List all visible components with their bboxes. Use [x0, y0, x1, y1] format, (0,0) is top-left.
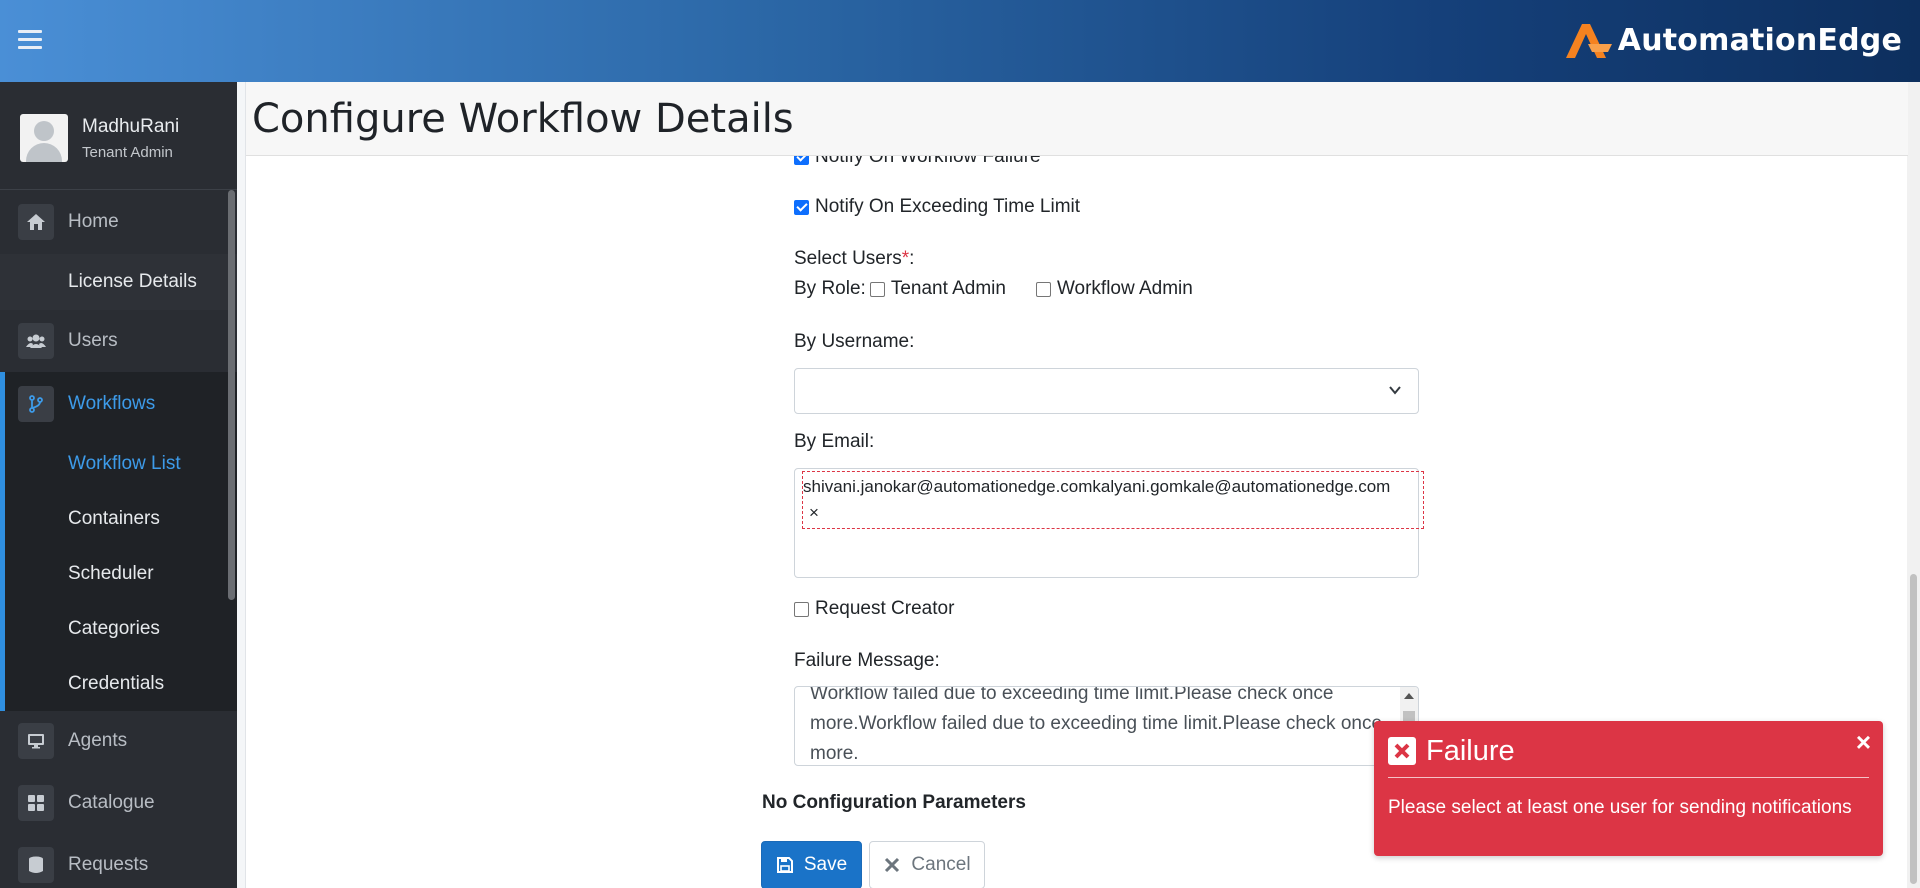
select-users-text: Select Users: [794, 248, 902, 269]
sidebar-item-label: Categories: [68, 617, 160, 639]
save-button[interactable]: Save: [761, 841, 862, 888]
by-username-text: By Username:: [794, 331, 915, 352]
by-email-text: By Email:: [794, 431, 875, 452]
user-name: MadhuRani: [82, 116, 180, 137]
no-config-text: No Configuration Parameters: [762, 792, 1026, 813]
toast-close-icon[interactable]: ×: [1856, 727, 1871, 758]
request-creator-checkbox[interactable]: [794, 601, 809, 617]
sidebar-item-label: Workflow List: [68, 452, 181, 474]
error-icon: [1388, 737, 1416, 765]
sidebar-item-users[interactable]: Users: [0, 310, 237, 372]
email-tag-input[interactable]: shivani.janokar@automationedge.comkalyan…: [794, 468, 1424, 578]
sidebar-item-label: Catalogue: [68, 792, 155, 813]
sidebar-item-workflows[interactable]: Workflows: [5, 372, 237, 436]
sidebar-item-license-details[interactable]: License Details: [0, 254, 237, 310]
sidebar-item-home[interactable]: Home: [0, 190, 237, 254]
role-workflow-admin-label: Workflow Admin: [1056, 278, 1193, 299]
sidebar-item-label: Requests: [68, 854, 149, 875]
role-workflow-admin-checkbox[interactable]: [1035, 281, 1051, 297]
save-label: Save: [803, 854, 848, 875]
sidebar-item-label: Credentials: [68, 672, 165, 694]
failure-message-text-label: Failure Message:: [794, 650, 940, 671]
sidebar-item-label: Workflows: [68, 393, 156, 414]
avatar: [20, 114, 68, 162]
page-title: Configure Workflow Details: [252, 96, 794, 142]
notify-time-checkbox[interactable]: [794, 199, 809, 215]
cancel-label: Cancel: [911, 854, 971, 875]
sidebar-item-requests[interactable]: Requests: [0, 835, 237, 888]
by-email-label: By Email:: [794, 431, 874, 453]
sidebar-item-label: Agents: [68, 730, 128, 751]
sidebar-item-catalogue[interactable]: Catalogue: [0, 771, 237, 835]
toast-title: Failure: [1426, 735, 1515, 767]
menu-toggle-icon[interactable]: [18, 30, 42, 52]
role-tenant-admin-label: Tenant Admin: [890, 278, 1006, 299]
top-bar: AutomationEdge: [0, 0, 1920, 82]
sidebar-item-label: License Details: [68, 271, 197, 292]
sidebar-item-agents[interactable]: Agents: [0, 711, 237, 771]
sidebar-item-scheduler[interactable]: Scheduler: [5, 546, 237, 601]
toast-message: Please select at least one user for send…: [1388, 797, 1852, 818]
sidebar-item-label: Users: [68, 330, 118, 351]
select-users-label: Select Users *:: [794, 248, 914, 270]
database-icon: [18, 847, 54, 883]
user-role: Tenant Admin: [82, 144, 173, 161]
by-username-label: By Username:: [794, 331, 914, 353]
select-users-colon: :: [909, 248, 915, 269]
sidebar-item-label: Containers: [68, 507, 160, 529]
desktop-icon: [18, 723, 54, 759]
role-tenant-admin-checkbox[interactable]: [869, 281, 885, 297]
chevron-down-icon: [1389, 386, 1401, 395]
email-token-text: shivani.janokar@automationedge.comkalyan…: [803, 477, 1391, 496]
request-creator-label: Request Creator: [815, 598, 955, 619]
users-icon: [18, 323, 54, 359]
failure-message-textarea[interactable]: Workflow failed due to exceeding time li…: [794, 686, 1419, 766]
token-remove-icon[interactable]: ×: [809, 503, 819, 522]
page-header: Configure Workflow Details: [246, 82, 1908, 156]
page-scrollbar[interactable]: [1907, 82, 1920, 888]
sidebar-item-containers[interactable]: Containers: [5, 491, 237, 546]
home-icon: [18, 204, 54, 240]
email-token[interactable]: shivani.janokar@automationedge.comkalyan…: [802, 471, 1424, 529]
logo-text: AutomationEdge: [1617, 22, 1902, 58]
close-icon: [885, 857, 900, 873]
toast-divider: [1388, 777, 1869, 778]
save-icon: [776, 857, 793, 873]
request-creator-row: Request Creator: [794, 598, 954, 620]
sidebar-item-label: Scheduler: [68, 562, 154, 584]
sidebar-item-label: Home: [68, 211, 119, 232]
failure-message-value: Workflow failed due to exceeding time li…: [810, 686, 1383, 764]
sidebar-scrollbar[interactable]: [228, 190, 235, 600]
logo-mark-icon: [1565, 24, 1612, 58]
failure-message-label: Failure Message:: [794, 650, 940, 672]
by-role-label: By Role:: [794, 278, 866, 299]
page-scrollbar-thumb[interactable]: [1910, 574, 1917, 884]
sidebar: MadhuRani Tenant Admin Home License Deta…: [0, 82, 237, 888]
cancel-button[interactable]: Cancel: [869, 841, 985, 888]
no-config-heading: No Configuration Parameters: [762, 792, 1026, 814]
required-marker: *: [901, 248, 910, 269]
grid-icon: [18, 785, 54, 821]
code-branch-icon: [18, 386, 54, 422]
failure-toast: Failure × Please select at least one use…: [1374, 721, 1883, 856]
sidebar-group-workflows: Workflows Workflow List Containers Sched…: [0, 372, 237, 711]
username-select[interactable]: [794, 368, 1419, 414]
user-panel: MadhuRani Tenant Admin: [0, 82, 237, 190]
notify-time-label: Notify On Exceeding Time Limit: [815, 196, 1081, 217]
sidebar-item-credentials[interactable]: Credentials: [5, 656, 237, 711]
scroll-up-icon[interactable]: [1404, 693, 1414, 699]
notify-time-row: Notify On Exceeding Time Limit: [794, 196, 1080, 218]
sidebar-item-workflow-list[interactable]: Workflow List: [5, 436, 237, 491]
sidebar-item-categories[interactable]: Categories: [5, 601, 237, 656]
by-role-row: By Role: Tenant Admin Workflow Admin: [794, 278, 1193, 300]
logo: AutomationEdge: [1562, 18, 1902, 62]
